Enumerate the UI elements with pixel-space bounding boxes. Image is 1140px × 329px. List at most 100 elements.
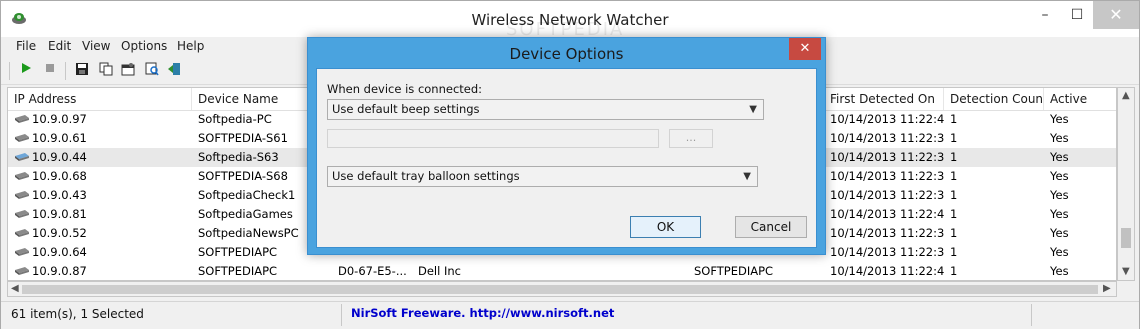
beep-settings-value: Use default beep settings <box>332 102 480 116</box>
menu-help[interactable]: Help <box>177 39 204 53</box>
cell-name: SOFTPEDIAPC <box>198 264 278 278</box>
cell-active: Yes <box>1050 131 1069 145</box>
scroll-down-icon[interactable]: ▼ <box>1122 266 1130 277</box>
cell-ip-address: 10.9.0.61 <box>8 129 192 148</box>
network-device-icon <box>14 225 30 237</box>
chevron-down-icon: ▼ <box>749 104 757 115</box>
sound-file-input[interactable] <box>327 129 659 148</box>
ip-address-text: 10.9.0.43 <box>32 188 87 202</box>
network-device-icon <box>14 263 30 275</box>
cell-count: 1 <box>950 131 958 145</box>
cell-active: Yes <box>1050 264 1069 278</box>
search-icon[interactable] <box>143 62 161 80</box>
menu-view[interactable]: View <box>82 39 110 53</box>
when-connected-label: When device is connected: <box>327 82 483 96</box>
cell-active: Yes <box>1050 207 1069 221</box>
network-device-icon <box>14 111 30 123</box>
scroll-up-icon[interactable]: ▲ <box>1122 90 1130 101</box>
cell-active: Yes <box>1050 245 1069 259</box>
beep-settings-select[interactable]: Use default beep settings ▼ <box>327 99 764 120</box>
ip-address-text: 10.9.0.97 <box>32 112 87 126</box>
status-credit-link[interactable]: NirSoft Freeware. http://www.nirsoft.net <box>351 306 614 320</box>
network-device-icon <box>14 244 30 256</box>
cell-active: Yes <box>1050 169 1069 183</box>
column-header-active[interactable]: Active <box>1044 88 1116 110</box>
cell-first: 10/14/2013 11:22:3... <box>830 188 944 202</box>
ip-address-text: 10.9.0.52 <box>32 226 87 240</box>
minimize-button[interactable]: – <box>1029 1 1061 29</box>
stop-icon[interactable] <box>41 62 59 80</box>
network-device-icon <box>14 130 30 142</box>
cell-count: 1 <box>950 188 958 202</box>
device-options-dialog: Device Options ✕ When device is connecte… <box>307 37 826 255</box>
scroll-left-icon[interactable]: ◀ <box>11 283 19 294</box>
scroll-right-icon[interactable]: ▶ <box>1103 283 1111 294</box>
cell-first: 10/14/2013 11:22:4... <box>830 207 944 221</box>
cancel-button[interactable]: Cancel <box>735 216 807 238</box>
ip-address-text: 10.9.0.64 <box>32 245 87 259</box>
horizontal-scrollbar[interactable]: ◀ ▶ <box>7 281 1117 297</box>
cell-first: 10/14/2013 11:22:3... <box>830 245 944 259</box>
status-separator <box>1031 304 1032 326</box>
dialog-close-button[interactable]: ✕ <box>789 38 821 60</box>
cell-count: 1 <box>950 112 958 126</box>
close-button[interactable]: ✕ <box>1093 1 1139 29</box>
menu-file[interactable]: File <box>16 39 36 53</box>
vertical-scroll-thumb[interactable] <box>1121 228 1131 248</box>
properties-icon[interactable] <box>119 62 137 80</box>
menu-edit[interactable]: Edit <box>48 39 71 53</box>
network-device-icon <box>14 206 30 218</box>
cell-mac: D0-67-E5-... <box>338 264 407 278</box>
column-header-detection-count[interactable]: Detection Count <box>944 88 1044 110</box>
horizontal-scroll-thumb[interactable] <box>22 285 1098 294</box>
cell-ip-address: 10.9.0.87 <box>8 262 192 280</box>
balloon-settings-value: Use default tray balloon settings <box>332 169 520 183</box>
table-row[interactable]: 10.9.0.87 SOFTPEDIAPC D0-67-E5-... Dell Inc… <box>8 262 1116 280</box>
ip-address-text: 10.9.0.81 <box>32 207 87 221</box>
exit-icon[interactable] <box>165 62 183 80</box>
ok-button[interactable]: OK <box>630 216 701 238</box>
maximize-button[interactable]: ☐ <box>1061 1 1093 29</box>
title-bar: Wireless Network Watcher SOFTPEDIA – ☐ ✕ <box>1 1 1139 40</box>
main-window: Wireless Network Watcher SOFTPEDIA – ☐ ✕… <box>0 0 1140 329</box>
cell-ip-address: 10.9.0.52 <box>8 224 192 243</box>
cell-active: Yes <box>1050 112 1069 126</box>
dialog-body: When device is connected: Use default be… <box>316 68 817 248</box>
status-separator <box>341 304 342 326</box>
cell-ip-address: 10.9.0.43 <box>8 186 192 205</box>
cell-ip-address: 10.9.0.97 <box>8 110 192 129</box>
status-bar: 61 item(s), 1 Selected NirSoft Freeware.… <box>1 301 1139 329</box>
cell-ip-address: 10.9.0.44 <box>8 148 192 167</box>
cell-first: 10/14/2013 11:22:3... <box>830 226 944 240</box>
cell-count: 1 <box>950 226 958 240</box>
ip-address-text: 10.9.0.61 <box>32 131 87 145</box>
cell-ip-address: 10.9.0.64 <box>8 243 192 262</box>
cell-active: Yes <box>1050 188 1069 202</box>
toolbar-separator <box>9 62 10 80</box>
browse-button[interactable]: ... <box>669 129 713 148</box>
ip-address-text: 10.9.0.44 <box>32 150 87 164</box>
menu-options[interactable]: Options <box>121 39 167 53</box>
cell-first: 10/14/2013 11:22:4... <box>830 264 944 278</box>
vertical-scrollbar[interactable]: ▲ ▼ <box>1117 87 1135 281</box>
cell-first: 10/14/2013 11:22:3... <box>830 131 944 145</box>
column-header-first-detected-on[interactable]: First Detected On <box>824 88 944 110</box>
cell-first: 10/14/2013 11:22:4... <box>830 112 944 126</box>
column-header-ip-address[interactable]: IP Address <box>8 88 192 110</box>
cell-count: 1 <box>950 264 958 278</box>
ip-address-text: 10.9.0.68 <box>32 169 87 183</box>
balloon-settings-select[interactable]: Use default tray balloon settings ▼ <box>327 166 758 187</box>
network-device-icon <box>14 168 30 180</box>
cell-vendor: Dell Inc <box>418 264 461 278</box>
save-icon[interactable] <box>73 62 91 80</box>
network-device-icon <box>14 187 30 199</box>
cell-count: 1 <box>950 245 958 259</box>
cell-count: 1 <box>950 207 958 221</box>
copy-icon[interactable] <box>97 62 115 80</box>
network-device-icon <box>14 149 30 161</box>
status-item-count: 61 item(s), 1 Selected <box>11 307 144 321</box>
dialog-title: Device Options <box>509 45 624 63</box>
cell-count: 1 <box>950 150 958 164</box>
cell-active: Yes <box>1050 150 1069 164</box>
play-icon[interactable] <box>17 62 35 80</box>
